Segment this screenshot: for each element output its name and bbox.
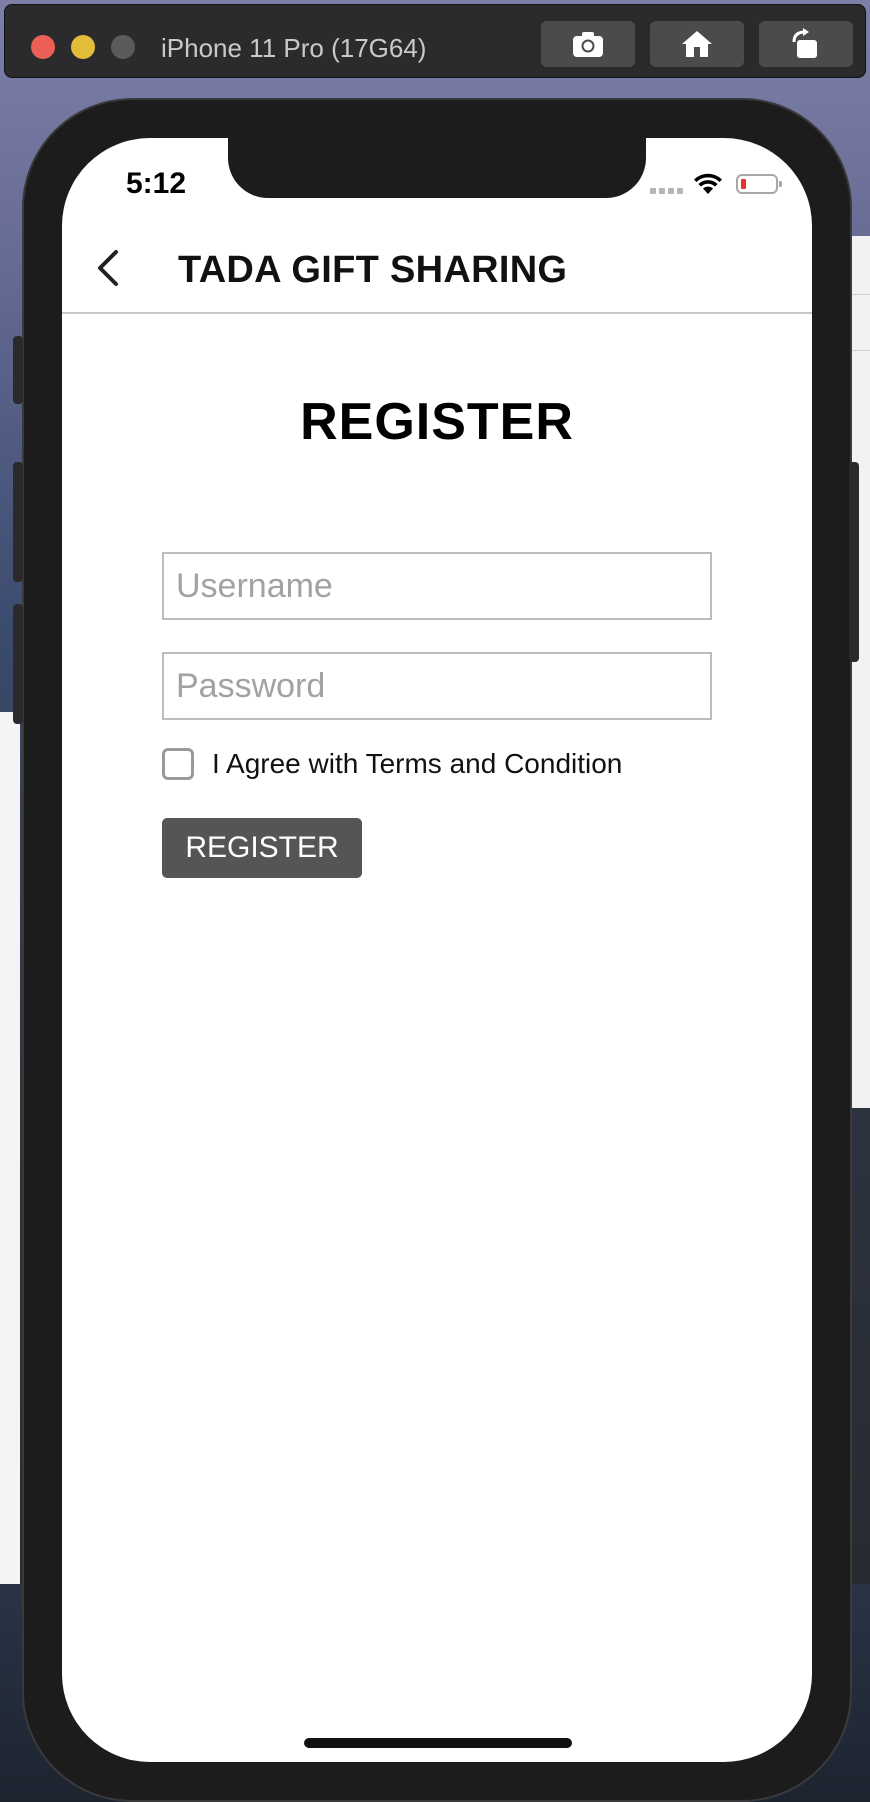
cellular-signal-icon: [650, 188, 686, 194]
terms-label[interactable]: I Agree with Terms and Condition: [212, 747, 622, 781]
wifi-icon: [692, 172, 724, 201]
home-indicator: [304, 1738, 572, 1748]
home-icon: [680, 29, 714, 59]
device-title: iPhone 11 Pro (17G64): [161, 33, 427, 63]
window-minimize-button[interactable]: [71, 35, 95, 59]
page-title: REGISTER: [300, 393, 574, 451]
terms-checkbox[interactable]: [162, 748, 194, 780]
screenshot-button[interactable]: [541, 21, 635, 67]
register-button[interactable]: REGISTER: [162, 818, 362, 878]
app-screen: 5:12 TADA GIFT SHARING REGISTER I Agree …: [62, 138, 812, 1762]
window-close-button[interactable]: [31, 35, 55, 59]
mute-switch: [13, 336, 23, 404]
navigation-bar: TADA GIFT SHARING: [62, 228, 812, 314]
nav-title: TADA GIFT SHARING: [178, 249, 568, 291]
simulator-toolbar: iPhone 11 Pro (17G64): [4, 4, 866, 78]
rotate-button[interactable]: [759, 21, 853, 67]
password-input[interactable]: [162, 652, 712, 720]
notch: [228, 138, 646, 198]
volume-down-button: [13, 604, 23, 724]
camera-icon: [571, 29, 605, 59]
background-window-left: [0, 712, 20, 1584]
rotate-icon: [789, 28, 823, 60]
volume-up-button: [13, 462, 23, 582]
status-time: 5:12: [126, 167, 187, 200]
username-input[interactable]: [162, 552, 712, 620]
power-button: [849, 462, 859, 662]
chevron-left-icon: [96, 249, 120, 292]
window-zoom-button[interactable]: [111, 35, 135, 59]
terms-row: I Agree with Terms and Condition: [162, 744, 622, 784]
battery-level: [741, 179, 746, 189]
back-button[interactable]: [88, 249, 128, 292]
battery-icon: [736, 174, 782, 194]
home-button[interactable]: [650, 21, 744, 67]
